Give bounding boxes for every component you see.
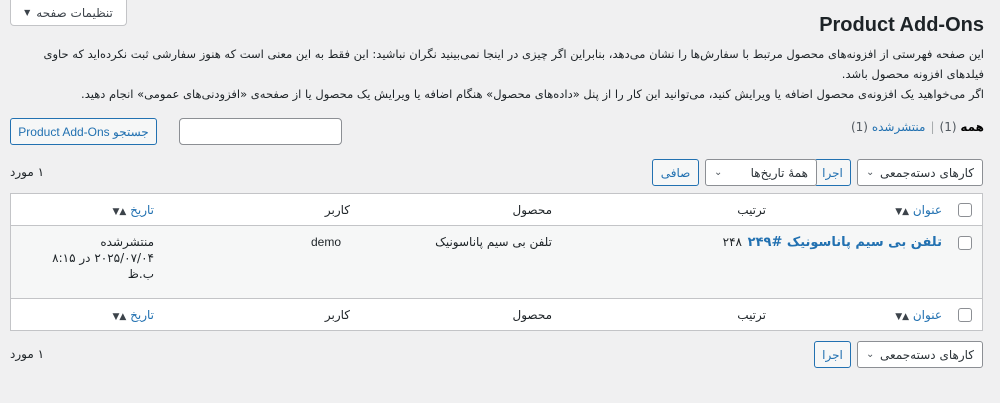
row-order: ۲۴۸ [722, 235, 742, 249]
chevron-down-icon: ⌄ [866, 167, 875, 178]
view-published[interactable]: منتشرشده (1) [851, 120, 925, 134]
filter-button[interactable]: صافی [652, 159, 699, 186]
column-date[interactable]: تاریخ ▲▼ [112, 203, 154, 217]
view-published-count: (1) [850, 120, 868, 134]
table-header: عنوان ▲▼ ترتیب محصول کاربر تاریخ ▲▼ [11, 194, 982, 226]
item-count-top: ۱ مورد [10, 165, 45, 179]
view-separator: | [930, 120, 935, 134]
table-row: تلفن بی سیم پاناسونیک #۲۴۹ ۲۴۸ تلفن بی س… [11, 226, 982, 298]
row-date: منتشرشده ۲۰۲۵/۰۷/۰۴ در ۸:۱۵ ب.ظ [34, 234, 154, 282]
select-all-checkbox[interactable] [958, 203, 972, 217]
page-title: Product Add-Ons [819, 14, 984, 36]
sort-arrows-icon: ▲▼ [895, 312, 910, 322]
sort-arrows-icon: ▲▼ [112, 207, 127, 217]
description-paragraph-2: اگر می‌خواهید یک افزونه‌ی محصول اضافه یا… [81, 87, 984, 101]
footer-column-title[interactable]: عنوان ▲▼ [895, 308, 942, 322]
column-date-label: تاریخ [130, 203, 154, 217]
row-date-value: ۲۰۲۵/۰۷/۰۴ در ۸:۱۵ [52, 251, 154, 265]
table-footer: عنوان ▲▼ ترتیب محصول کاربر تاریخ ▲▼ [11, 298, 982, 330]
view-all-count: (1) [939, 120, 957, 134]
row-date-status: منتشرشده [100, 235, 154, 249]
apply-button-top[interactable]: اجرا [814, 159, 851, 186]
footer-column-order: ترتیب [737, 308, 766, 322]
chevron-down-icon: ⌄ [866, 349, 875, 360]
screen-options-button[interactable]: تنظیمات صفحه ▼ [10, 0, 127, 26]
view-all[interactable]: همه (1) [940, 120, 985, 134]
screen-options-label: تنظیمات صفحه [36, 5, 113, 20]
column-title-label: عنوان [912, 203, 942, 217]
footer-column-date-label: تاریخ [130, 308, 154, 322]
view-all-label: همه [960, 120, 984, 134]
column-title[interactable]: عنوان ▲▼ [895, 203, 942, 217]
description-paragraph-1: این صفحه فهرستی از افزونه‌های محصول مرتب… [43, 47, 984, 81]
dates-filter-select[interactable]: همهٔ تاریخ‌ها ⌄ [705, 159, 817, 186]
row-checkbox[interactable] [958, 236, 972, 250]
sort-arrows-icon: ▲▼ [895, 207, 910, 217]
view-published-label: منتشرشده [871, 120, 926, 134]
bulk-actions-select-bottom[interactable]: کارهای دسته‌جمعی ⌄ [857, 341, 983, 368]
footer-column-product: محصول [512, 308, 553, 322]
caret-down-icon: ▼ [24, 8, 31, 17]
sort-arrows-icon: ▲▼ [112, 312, 127, 322]
footer-column-title-label: عنوان [912, 308, 942, 322]
apply-button-bottom[interactable]: اجرا [814, 341, 851, 368]
column-product: محصول [512, 203, 553, 217]
dates-filter-label: همهٔ تاریخ‌ها [750, 165, 808, 180]
bulk-actions-select-top[interactable]: کارهای دسته‌جمعی ⌄ [857, 159, 983, 186]
status-views: همه (1) | منتشرشده (1) [851, 120, 984, 134]
row-product: تلفن بی سیم پاناسونیک [435, 235, 552, 249]
search-input[interactable] [179, 118, 342, 145]
row-user: demo [310, 235, 341, 249]
footer-column-user: کاربر [324, 308, 350, 322]
item-count-bottom: ۱ مورد [10, 347, 45, 361]
chevron-down-icon: ⌄ [714, 167, 723, 178]
column-order: ترتیب [737, 203, 766, 217]
column-user: کاربر [324, 203, 350, 217]
row-date-period: ب.ظ [127, 267, 154, 281]
footer-column-date[interactable]: تاریخ ▲▼ [112, 308, 154, 322]
select-all-checkbox-footer[interactable] [958, 308, 972, 322]
row-title-link[interactable]: تلفن بی سیم پاناسونیک #۲۴۹ [748, 235, 942, 250]
addons-table: عنوان ▲▼ ترتیب محصول کاربر تاریخ ▲▼ تلفن… [10, 193, 983, 331]
search-button[interactable]: جستجو Product Add-Ons [10, 118, 157, 145]
bulk-actions-label-bottom: کارهای دسته‌جمعی [880, 347, 974, 362]
bulk-actions-label: کارهای دسته‌جمعی [880, 165, 974, 180]
